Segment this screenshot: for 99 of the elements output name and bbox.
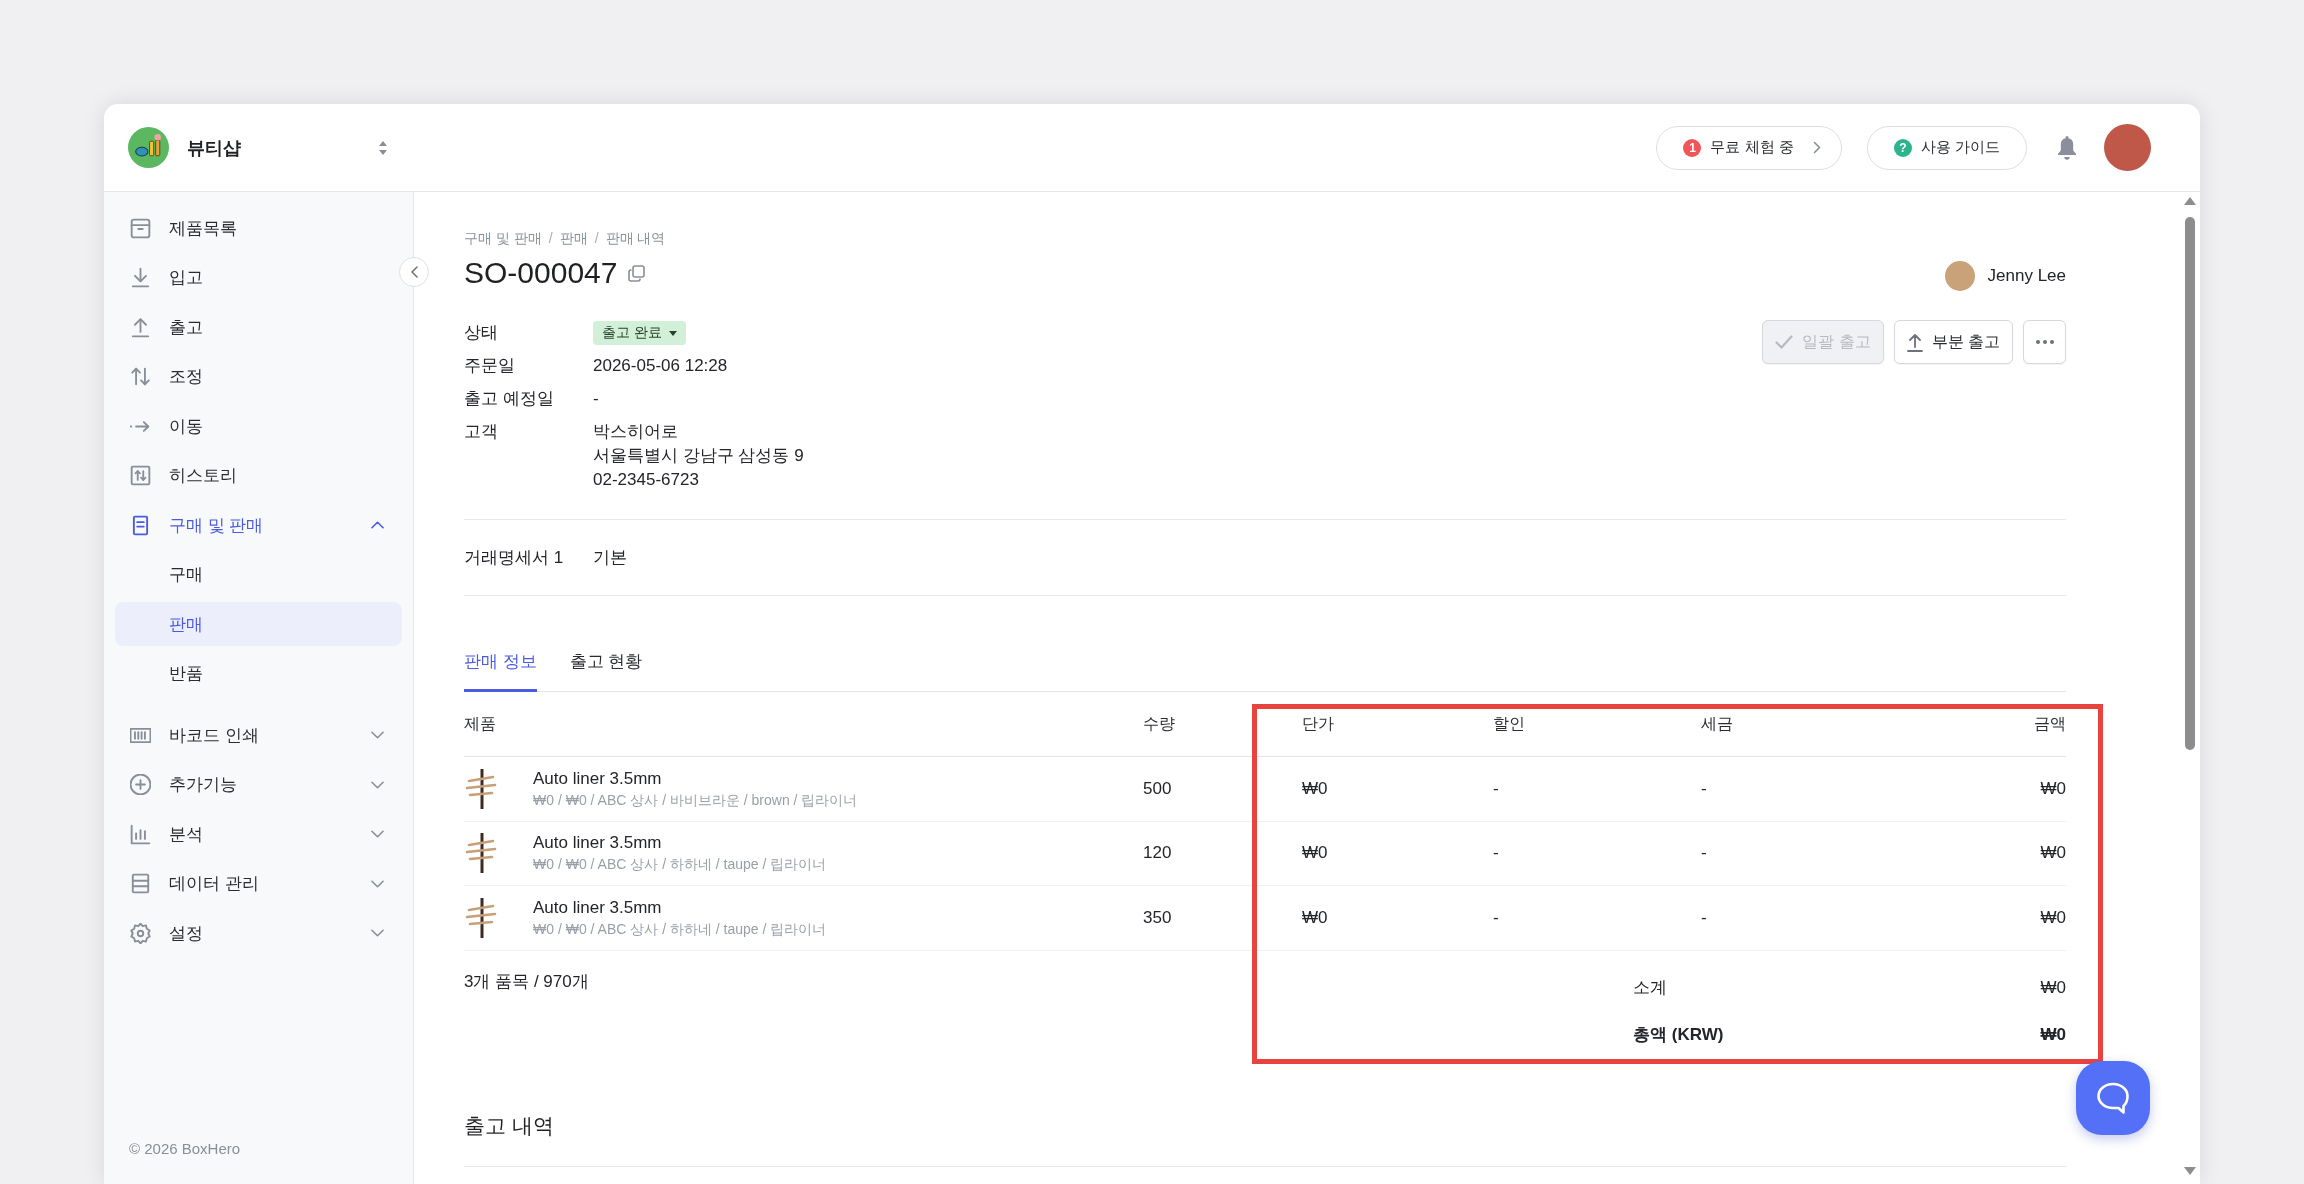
user-guide-button[interactable]: ? 사용 가이드 — [1866, 125, 2027, 170]
chevron-left-icon — [410, 266, 418, 278]
notification-bell-icon[interactable] — [2057, 134, 2077, 161]
sidebar-item[interactable]: 데이터 관리 — [115, 861, 402, 906]
assignee-avatar — [1944, 261, 1975, 291]
chevron-right-icon — [1812, 141, 1821, 154]
status-dropdown[interactable]: 출고 완료 — [593, 321, 686, 345]
product-details: ₩0 / ₩0 / ABC 상사 / 하하네 / taupe / 립라이너 — [533, 855, 827, 875]
table-cell: ₩0 — [1302, 907, 1328, 928]
field-label: 거래명세서 1 — [464, 547, 564, 569]
check-icon — [1775, 335, 1794, 349]
product-details: ₩0 / ₩0 / ABC 상사 / 하하네 / taupe / 립라이너 — [533, 919, 827, 939]
table-cell: - — [1493, 778, 1499, 799]
chat-bubble-icon — [2096, 1082, 2130, 1114]
product-name: Auto liner 3.5mm — [533, 767, 662, 790]
upload-icon — [130, 316, 151, 338]
copy-icon[interactable] — [628, 264, 646, 282]
bar-chart-icon — [130, 823, 151, 845]
chat-button[interactable] — [2076, 1061, 2150, 1135]
subtotal-label: 소계 — [1633, 976, 1667, 999]
column-header: 제품 — [464, 713, 496, 734]
column-header: 세금 — [1701, 713, 1733, 734]
sidebar-item[interactable]: 바코드 인쇄 — [115, 713, 402, 757]
column-header: 금액 — [2034, 713, 2066, 734]
more-icon — [2035, 340, 2054, 344]
sidebar-item[interactable]: 히스토리 — [115, 453, 402, 498]
table-cell: ₩0 — [1302, 778, 1328, 799]
sidebar-subitem[interactable]: 반품 — [115, 651, 402, 696]
table-cell: ₩0 — [2040, 778, 2066, 799]
product-name: Auto liner 3.5mm — [533, 896, 662, 919]
sidebar-item[interactable]: 추가기능 — [115, 762, 402, 807]
field-value: - — [593, 388, 599, 410]
column-header: 수량 — [1143, 713, 1175, 734]
table-cell: ₩0 — [2040, 843, 2066, 864]
copyright-text: © 2026 BoxHero — [129, 1139, 241, 1159]
item-count-summary: 3개 품목 / 970개 — [464, 971, 589, 991]
updown-caret-icon[interactable] — [378, 139, 388, 156]
subtotal-value: ₩0 — [2040, 976, 2066, 999]
caret-down-icon — [668, 330, 677, 336]
table-cell: 120 — [1143, 843, 1172, 864]
total-value: ₩0 — [2040, 1023, 2066, 1046]
database-icon — [130, 873, 151, 894]
field-label: 상태 — [464, 322, 498, 344]
scroll-up-icon[interactable] — [2184, 197, 2196, 205]
table-cell: - — [1493, 843, 1499, 864]
box-icon — [130, 217, 151, 239]
logo-icon — [128, 127, 169, 168]
free-trial-button[interactable]: 1 무료 체험 중 — [1656, 125, 1842, 170]
section-title: 출고 내역 — [464, 1112, 555, 1139]
table-cell: - — [1701, 843, 1707, 864]
product-details: ₩0 / ₩0 / ABC 상사 / 바비브라운 / brown / 립라이너 — [533, 790, 858, 810]
tab[interactable]: 출고 현황 — [569, 650, 643, 692]
tab[interactable]: 판매 정보 — [464, 650, 537, 692]
sidebar-item[interactable]: 설정 — [115, 911, 402, 955]
workspace-name[interactable]: 뷰티샵 — [187, 135, 241, 160]
sidebar-item[interactable]: 제품목록 — [115, 206, 402, 250]
question-badge: ? — [1893, 138, 1912, 157]
field-label: 주문일 — [464, 355, 515, 377]
sidebar-item[interactable]: 이동 — [115, 404, 402, 448]
column-header: 단가 — [1302, 713, 1334, 734]
field-value: 기본 — [593, 547, 627, 569]
sidebar-subitem[interactable]: 구매 — [115, 552, 402, 597]
field-value: 박스히어로 — [593, 421, 678, 443]
user-avatar[interactable] — [2104, 124, 2151, 171]
sidebar-item[interactable]: 분석 — [115, 812, 402, 856]
history-icon — [130, 465, 151, 486]
product-name: Auto liner 3.5mm — [533, 832, 662, 855]
table-cell: ₩0 — [1302, 843, 1328, 864]
sidebar-item[interactable]: 입고 — [115, 255, 402, 300]
download-icon — [130, 267, 151, 288]
sidebar-subitem[interactable]: 판매 — [115, 602, 402, 646]
table-cell: - — [1493, 907, 1499, 928]
partial-ship-button[interactable]: 부분 출고 — [1893, 320, 2013, 364]
breadcrumb-separator: / — [594, 229, 599, 248]
field-value: 2026-05-06 12:28 — [593, 355, 728, 377]
scroll-down-icon[interactable] — [2184, 1167, 2196, 1175]
field-label: 고객 — [464, 421, 498, 443]
sidebar-item[interactable]: 구매 및 판매 — [115, 503, 402, 547]
table-cell: - — [1701, 907, 1707, 928]
field-value: 서울특별시 강남구 삼성동 9 — [593, 445, 804, 467]
order-number: SO-000047 — [464, 255, 618, 291]
settings-icon — [130, 922, 151, 944]
sidebar-item[interactable]: 출고 — [115, 305, 402, 349]
scrollbar-thumb[interactable] — [2185, 217, 2195, 750]
document-icon — [130, 514, 151, 536]
upload-icon — [1906, 332, 1923, 352]
table-cell: 500 — [1143, 778, 1172, 799]
field-label: 출고 예정일 — [464, 388, 554, 410]
count-badge: 1 — [1683, 138, 1702, 157]
total-label: 총액 (KRW) — [1633, 1023, 1724, 1046]
table-cell: 350 — [1143, 907, 1172, 928]
column-header: 할인 — [1493, 713, 1525, 734]
swap-arrows-icon — [130, 366, 151, 387]
sidebar-item[interactable]: 조정 — [115, 354, 402, 399]
field-value: 02-2345-6723 — [593, 469, 699, 491]
table-cell: - — [1701, 778, 1707, 799]
assignee-name: Jenny Lee — [1987, 266, 2066, 286]
breadcrumb-separator: / — [548, 229, 553, 248]
table-cell: ₩0 — [2040, 907, 2066, 928]
